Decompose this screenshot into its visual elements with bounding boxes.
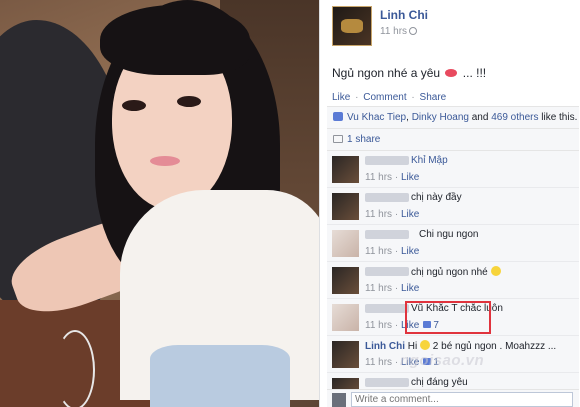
- comment-text: Khỉ Mập: [411, 155, 448, 166]
- comment-text-content: chị đáng yêu: [411, 377, 468, 388]
- share-icon: [333, 135, 343, 143]
- post-author-name[interactable]: Linh Chi: [380, 8, 428, 22]
- comment-like-link[interactable]: Like: [401, 283, 419, 294]
- photo-lips: [150, 156, 180, 166]
- comment-time[interactable]: 11 hrs: [365, 283, 392, 294]
- comment-meta: 11 hrs · Like: [365, 209, 420, 220]
- action-separator: ·: [355, 92, 359, 103]
- comment-time[interactable]: 11 hrs: [365, 209, 392, 220]
- site-watermark: ngoisao.vn: [400, 352, 485, 369]
- commenter-name-text[interactable]: Linh Chi: [365, 341, 405, 352]
- blurred-commenter-name: [365, 304, 409, 313]
- comment-text: chị đáng yêu: [411, 377, 468, 388]
- comment-like-link[interactable]: Like: [401, 172, 419, 183]
- red-highlight-box: [405, 301, 491, 334]
- comment-input[interactable]: [351, 392, 573, 407]
- blurred-commenter-name: [365, 230, 409, 239]
- photo-cable: [55, 330, 95, 407]
- blurred-commenter-name: [365, 267, 409, 276]
- viewer-avatar: [332, 393, 346, 407]
- comment-meta: 11 hrs · Like: [365, 283, 420, 294]
- smiley-icon: [420, 340, 431, 350]
- photo-bangs: [100, 5, 250, 75]
- comment-meta: 11 hrs · Like: [365, 246, 420, 257]
- photo-eye-left: [122, 100, 146, 111]
- comment-time[interactable]: 11 hrs: [365, 320, 392, 331]
- comment-post-link[interactable]: Comment: [363, 92, 406, 103]
- blurred-commenter-name: [365, 378, 409, 387]
- liker-name-1[interactable]: Vu Khac Tiep: [347, 112, 406, 123]
- comment-item-highlighted: Vũ Khắc T chắc luôn 11 hrs · Like 7: [327, 299, 579, 336]
- comment-text-content-2: 2 bé ngủ ngon . Moahzzz ...: [430, 341, 557, 352]
- author-avatar[interactable]: [332, 6, 372, 46]
- commenter-avatar[interactable]: [332, 193, 359, 220]
- shares-count-link[interactable]: 1 share: [347, 134, 380, 145]
- facebook-post-panel: Linh Chi 11 hrs Ngủ ngon nhé a yêu ... !…: [319, 0, 580, 407]
- share-post-link[interactable]: Share: [420, 92, 447, 103]
- post-photo[interactable]: [0, 0, 319, 407]
- comment-time[interactable]: 11 hrs: [365, 246, 392, 257]
- comment-text-content: Chi ngu ngon: [419, 229, 479, 240]
- commenter-avatar[interactable]: [332, 267, 359, 294]
- comment-item: Khỉ Mập 11 hrs · Like: [327, 151, 579, 188]
- comment-text-content: Hi: [407, 341, 418, 352]
- commenter-avatar[interactable]: [332, 341, 359, 368]
- thumbs-up-icon: [333, 112, 343, 121]
- post-message-text: Ngủ ngon nhé a yêu: [332, 66, 441, 80]
- action-separator: ·: [411, 92, 415, 103]
- blurred-commenter-name: [365, 193, 409, 202]
- comment-composer: [327, 389, 579, 407]
- comment-text: Chi ngu ngon: [419, 229, 479, 240]
- commenter-name[interactable]: Linh Chi Hi 2 bé ngủ ngon . Moahzzz ...: [365, 340, 556, 352]
- comment-item: Chi ngu ngon 11 hrs · Like: [327, 225, 579, 262]
- comment-like-link[interactable]: Like: [401, 209, 419, 220]
- comment-text: chị này đầy: [411, 192, 462, 203]
- globe-icon: [409, 27, 418, 35]
- post-message: Ngủ ngon nhé a yêu ... !!!: [332, 66, 486, 80]
- comment-time[interactable]: 11 hrs: [365, 357, 392, 368]
- post-actions: Like · Comment · Share: [332, 92, 446, 103]
- comment-meta: 11 hrs · Like: [365, 172, 420, 183]
- photo-shorts: [150, 345, 290, 407]
- likes-and: and: [468, 112, 492, 123]
- lips-emoji-icon: [445, 69, 458, 77]
- photo-eye-right: [177, 96, 201, 107]
- comment-text-content: chị này đầy: [411, 192, 462, 203]
- comment-item: chị ngủ ngon nhé 11 hrs · Like: [327, 262, 579, 299]
- likes-summary: Vu Khac Tiep, Dinky Hoang and 469 others…: [327, 107, 579, 129]
- blurred-commenter-name: [365, 156, 409, 165]
- like-post-link[interactable]: Like: [332, 92, 350, 103]
- commenter-avatar[interactable]: [332, 304, 359, 331]
- commenter-avatar[interactable]: [332, 156, 359, 183]
- comment-time[interactable]: 11 hrs: [365, 172, 392, 183]
- smiley-icon: [490, 266, 501, 276]
- post-message-suffix: ... !!!: [459, 66, 487, 80]
- liker-name-2[interactable]: Dinky Hoang: [412, 112, 469, 123]
- comment-item: chị này đầy 11 hrs · Like: [327, 188, 579, 225]
- commenter-avatar[interactable]: [332, 230, 359, 257]
- comment-text: chị ngủ ngon nhé: [411, 266, 501, 278]
- likes-others-link[interactable]: 469 others: [491, 112, 538, 123]
- likes-suffix: like this.: [538, 112, 578, 123]
- post-header: Linh Chi 11 hrs: [332, 6, 572, 46]
- comment-like-link[interactable]: Like: [401, 246, 419, 257]
- comment-text-content: chị ngủ ngon nhé: [411, 267, 488, 278]
- feedback-section: Vu Khac Tiep, Dinky Hoang and 469 others…: [327, 106, 579, 394]
- comment-text-content[interactable]: Khỉ Mập: [411, 155, 448, 166]
- post-time-text[interactable]: 11 hrs: [380, 26, 407, 37]
- shares-summary: 1 share: [327, 129, 579, 151]
- post-timestamp[interactable]: 11 hrs: [380, 26, 418, 37]
